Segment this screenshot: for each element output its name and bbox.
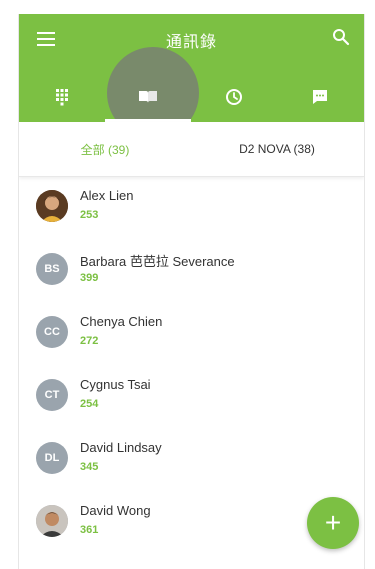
- contact-row[interactable]: CC Chenya Chien 272: [19, 303, 364, 366]
- tab-messages[interactable]: [277, 72, 363, 122]
- main-tabs: [19, 72, 364, 122]
- contact-extension: 399: [80, 272, 99, 284]
- contact-row[interactable]: DL David Lindsay 345: [19, 429, 364, 492]
- avatar: BS: [36, 253, 68, 285]
- contact-name: Cygnus Tsai: [80, 377, 151, 392]
- tab-history[interactable]: [191, 72, 277, 122]
- app-frame: 通訊錄 全部 (39) D2 NOVA (38) Alex Lien 253 B…: [18, 14, 365, 569]
- tab-d2-nova[interactable]: D2 NOVA (38): [191, 122, 363, 176]
- avatar: DL: [36, 442, 68, 474]
- contact-name: Chenya Chien: [80, 314, 163, 329]
- contacts-book-icon: [139, 91, 157, 103]
- avatar: [36, 505, 68, 537]
- avatar: CC: [36, 316, 68, 348]
- avatar: [36, 190, 68, 222]
- contact-row[interactable]: BS Barbara 芭芭拉 Severance 399: [19, 240, 364, 303]
- contact-filter-tabs: 全部 (39) D2 NOVA (38): [19, 122, 364, 177]
- contact-extension: 253: [80, 209, 99, 221]
- clock-icon: [226, 89, 242, 105]
- search-icon[interactable]: [332, 28, 350, 46]
- contact-extension: 254: [80, 398, 99, 410]
- tab-dialpad[interactable]: [19, 72, 105, 122]
- contact-name: David Lindsay: [80, 440, 162, 455]
- tab-contacts[interactable]: [105, 72, 191, 122]
- message-icon: [313, 90, 327, 104]
- plus-icon: +: [324, 507, 342, 538]
- contact-extension: 361: [80, 524, 99, 536]
- contact-name: Barbara 芭芭拉 Severance: [80, 254, 235, 269]
- contact-extension: 272: [80, 335, 99, 347]
- contact-extension: 345: [80, 461, 99, 473]
- tab-all-contacts[interactable]: 全部 (39): [19, 122, 191, 176]
- dialpad-icon: [56, 89, 68, 106]
- contact-list: Alex Lien 253 BS Barbara 芭芭拉 Severance 3…: [19, 177, 364, 555]
- contact-name: David Wong: [80, 503, 151, 518]
- app-bar: 通訊錄: [19, 14, 364, 139]
- contact-name: Alex Lien: [80, 188, 134, 203]
- add-contact-button[interactable]: +: [307, 497, 359, 549]
- page-title: 通訊錄: [165, 34, 217, 51]
- contact-row[interactable]: Alex Lien 253: [19, 177, 364, 240]
- phone-screen: 通訊錄 全部 (39) D2 NOVA (38) Alex Lien 253 B…: [0, 0, 375, 569]
- contact-row[interactable]: CT Cygnus Tsai 254: [19, 366, 364, 429]
- avatar: CT: [36, 379, 68, 411]
